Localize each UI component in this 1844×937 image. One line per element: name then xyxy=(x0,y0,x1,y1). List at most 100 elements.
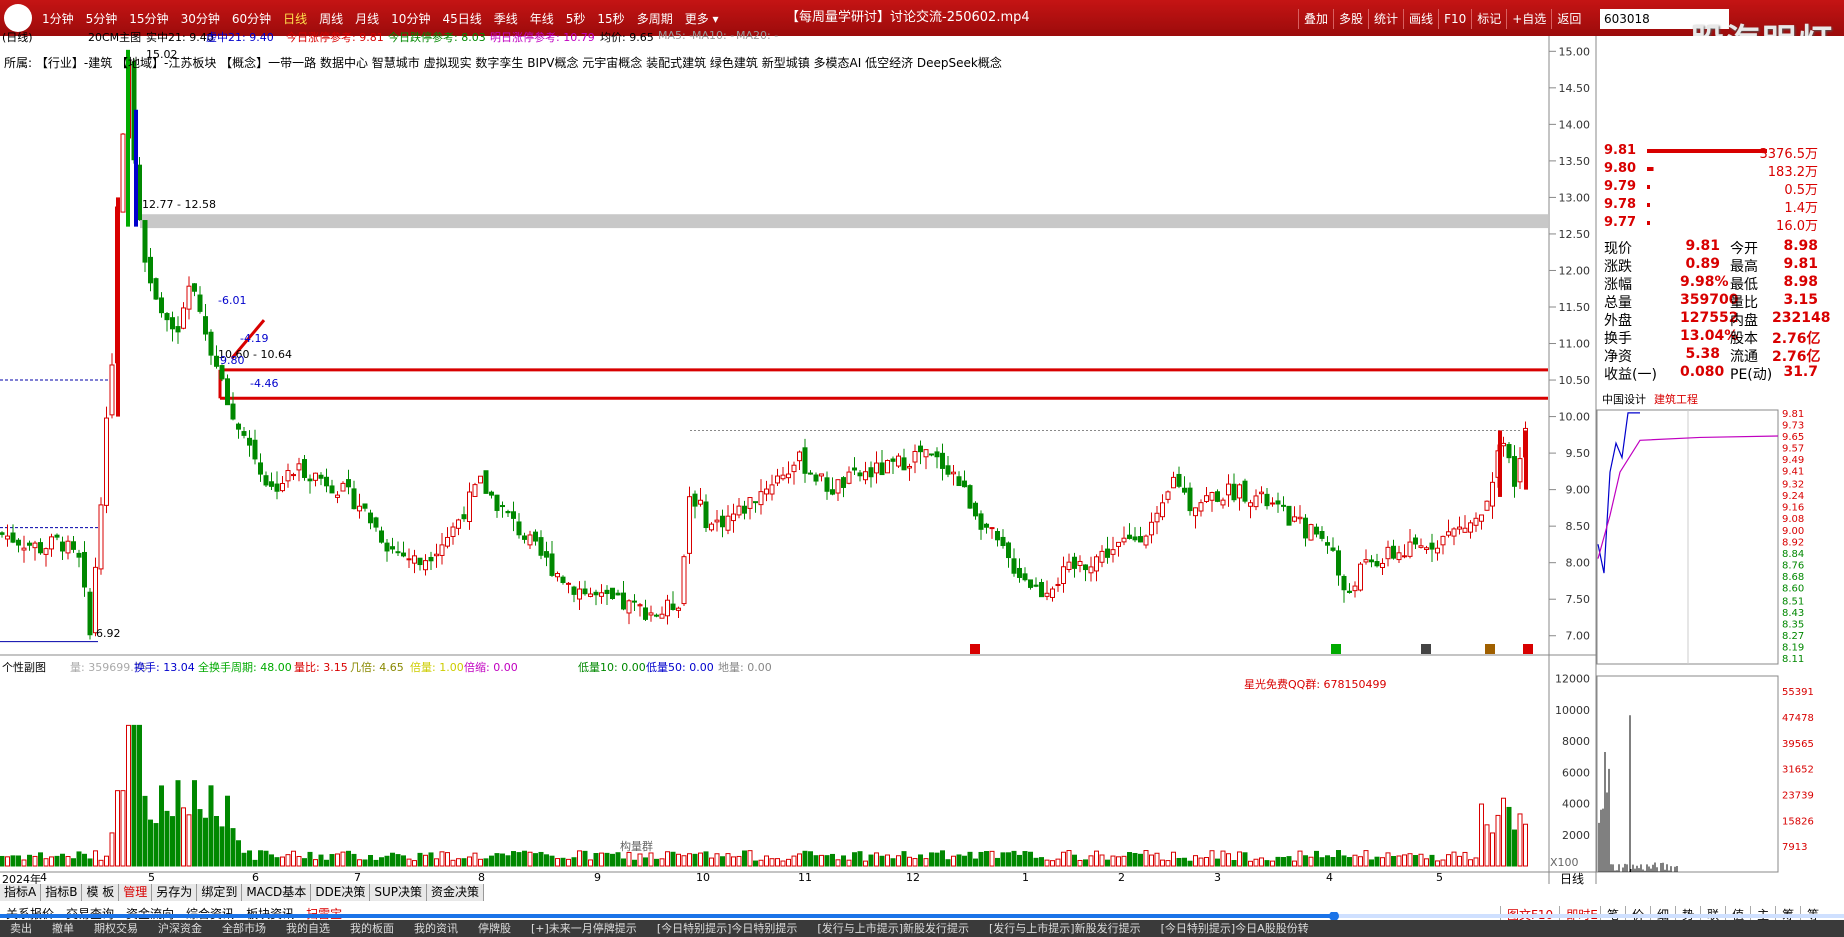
gouliang-label: 构量群 xyxy=(620,840,653,853)
price-tick: 10.50 xyxy=(1559,374,1591,387)
indicator-tab-4[interactable]: 另存为 xyxy=(152,884,198,901)
quote-value-2: 232148 xyxy=(1772,310,1831,326)
quote-label-2: 最低 xyxy=(1730,277,1758,293)
time-tick: 5 xyxy=(148,871,155,884)
mini-price-tick: 9.08 xyxy=(1782,514,1804,525)
toolbar-item-0[interactable]: 叠加 xyxy=(1298,9,1333,29)
period-14[interactable]: 多周期 xyxy=(631,9,679,29)
status-item-10[interactable]: [今日特别提示]今日特别提示 xyxy=(647,920,808,937)
status-bar: 卖出 撤单 期权交易 沪深资金 全部市场 我的自选 我的板面 我的资讯 停牌股 [+]未来一月停牌… xyxy=(0,920,1844,937)
status-item-13[interactable]: [今日特别提示]今日A股股份转 xyxy=(1151,920,1319,937)
indicator-tab-8[interactable]: SUP决策 xyxy=(370,884,428,901)
sub-shrink: 倍缩: 0.00 xyxy=(464,661,518,674)
sub-low10: 低量10: 0.00 xyxy=(578,661,646,674)
mini-price-tick: 9.16 xyxy=(1782,503,1804,514)
indicator-tab-3[interactable]: 管理 xyxy=(119,884,153,901)
indicator-tab-0[interactable]: 指标A xyxy=(0,884,42,901)
toolbar-item-1[interactable]: 多股 xyxy=(1333,9,1368,29)
quote-value: 9.81 xyxy=(1685,238,1720,254)
status-item-2[interactable]: 期权交易 xyxy=(84,920,148,937)
period-0[interactable]: 1分钟 xyxy=(36,9,80,29)
sub-full-turnover: 全换手周期: 48.00 xyxy=(198,661,292,674)
status-item-8[interactable]: 停牌股 xyxy=(468,920,521,937)
order-book-bars xyxy=(1647,149,1767,225)
quote-label: 涨跌 xyxy=(1604,259,1632,275)
indicator-tabs: 指标A 指标B 模 板管理 另存为 绑定到 MACD基本 DDE决策 SUP决策 资金决策 xyxy=(0,884,485,901)
indicator-tab-7[interactable]: DDE决策 xyxy=(311,884,371,901)
order-price: 9.80 xyxy=(1604,161,1637,176)
indicator-tab-6[interactable]: MACD基本 xyxy=(242,884,312,901)
main-indicator-name[interactable]: 20CM主图 xyxy=(88,29,141,45)
quote-label: 净资 xyxy=(1604,349,1632,365)
period-10[interactable]: 季线 xyxy=(488,9,524,29)
mini-chart-sector[interactable]: 建筑工程 xyxy=(1654,391,1698,407)
day-period-label[interactable]: 日线 xyxy=(1560,870,1584,887)
app-logo-icon[interactable] xyxy=(4,4,32,32)
avg-price: 均价: 9.65 xyxy=(600,31,654,44)
quote-value-2: 2.76亿 xyxy=(1772,349,1821,365)
mini-price-tick: 8.27 xyxy=(1782,631,1804,642)
order-price: 9.77 xyxy=(1604,215,1637,230)
mini-price-tick: 9.24 xyxy=(1782,491,1804,502)
period-12[interactable]: 5秒 xyxy=(560,9,592,29)
period-8[interactable]: 10分钟 xyxy=(385,9,436,29)
period-11[interactable]: 年线 xyxy=(524,9,560,29)
period-13[interactable]: 15秒 xyxy=(591,9,630,29)
price-tick: 14.00 xyxy=(1559,118,1591,131)
indicator-tab-1[interactable]: 指标B xyxy=(41,884,83,901)
kline-chart[interactable]: 15.00 14.50 14.00 13.50 13.00 12.50 12.00 11.50… xyxy=(0,36,1844,884)
quote-label: 外盘 xyxy=(1604,313,1632,329)
toolbar-item-7[interactable]: 返回 xyxy=(1551,9,1586,29)
period-5[interactable]: 日线 xyxy=(277,9,313,29)
status-item-0[interactable]: 卖出 xyxy=(0,920,42,937)
sub-chart-name[interactable]: 个性副图 xyxy=(2,659,46,675)
video-progress-bar[interactable] xyxy=(0,912,1844,920)
period-9[interactable]: 45日线 xyxy=(436,9,487,29)
sub-low50: 低量50: 0.00 xyxy=(646,661,714,674)
period-7[interactable]: 月线 xyxy=(349,9,385,29)
period-15[interactable]: 更多 ▾ xyxy=(679,9,725,29)
shizhong-value: 实中21: 9.40 xyxy=(146,31,214,44)
period-2[interactable]: 15分钟 xyxy=(123,9,174,29)
mini-vol-tick: 23739 xyxy=(1782,790,1814,801)
vol-tick: 6000 xyxy=(1562,766,1590,779)
status-item-11[interactable]: [发行与上市提示]新股发行提示 xyxy=(807,920,979,937)
price-tick: 7.00 xyxy=(1566,630,1591,643)
gap-zone-label: 12.77 - 12.58 xyxy=(142,198,216,211)
price-tick: 8.50 xyxy=(1566,520,1591,533)
indicator-tab-5[interactable]: 绑定到 xyxy=(197,884,243,901)
price-tick: 11.50 xyxy=(1559,301,1591,314)
toolbar-item-6[interactable]: +自选 xyxy=(1506,9,1551,29)
toolbar-item-3[interactable]: 画线 xyxy=(1403,9,1438,29)
status-item-4[interactable]: 全部市场 xyxy=(212,920,276,937)
price-tick: 9.50 xyxy=(1566,447,1591,460)
indicator-tab-9[interactable]: 资金决策 xyxy=(427,884,485,901)
status-item-6[interactable]: 我的板面 xyxy=(340,920,404,937)
toolbar-item-4[interactable]: F10 xyxy=(1438,9,1471,29)
status-item-7[interactable]: 我的资讯 xyxy=(404,920,468,937)
price-tick: 13.00 xyxy=(1559,191,1591,204)
indicator-tab-2[interactable]: 模 板 xyxy=(82,884,120,901)
period-4[interactable]: 60分钟 xyxy=(226,9,277,29)
mini-price-tick: 8.60 xyxy=(1782,584,1804,595)
price-tick: 13.50 xyxy=(1559,155,1591,168)
mini-chart-title: 中国设计 xyxy=(1602,393,1646,406)
status-item-3[interactable]: 沪深资金 xyxy=(148,920,212,937)
quote-value-2: 9.81 xyxy=(1783,256,1818,272)
toolbar-item-2[interactable]: 统计 xyxy=(1368,9,1403,29)
status-item-12[interactable]: [发行与上市提示]新股发行提示 xyxy=(979,920,1151,937)
period-3[interactable]: 30分钟 xyxy=(175,9,226,29)
sub-ground: 地量: 0.00 xyxy=(718,661,772,674)
mini-vol-tick: 55391 xyxy=(1782,687,1814,698)
mini-price-tick: 9.81 xyxy=(1782,409,1804,420)
period-6[interactable]: 周线 xyxy=(313,9,349,29)
quote-label-2: 量比 xyxy=(1730,295,1758,311)
time-tick: 10 xyxy=(696,871,710,884)
quote-value-2: 2.76亿 xyxy=(1772,331,1821,347)
period-1[interactable]: 5分钟 xyxy=(80,9,124,29)
order-vol: 0.5万 xyxy=(1784,183,1818,198)
status-item-1[interactable]: 撤单 xyxy=(42,920,84,937)
status-item-5[interactable]: 我的自选 xyxy=(276,920,340,937)
toolbar-item-5[interactable]: 标记 xyxy=(1471,9,1506,29)
status-item-9[interactable]: [+]未来一月停牌提示 xyxy=(521,920,647,937)
